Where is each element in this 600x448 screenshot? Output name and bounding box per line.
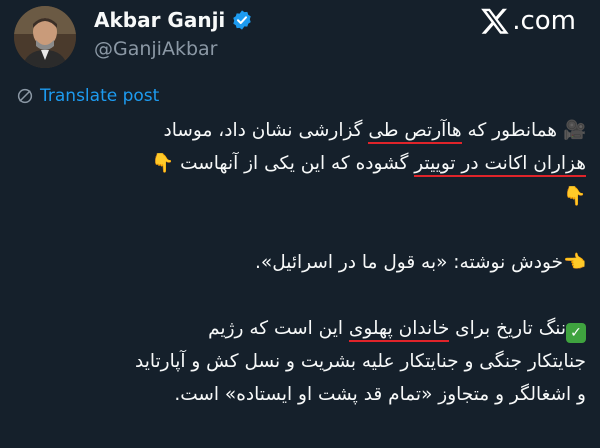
x-brand: .com (480, 6, 576, 36)
post-line-2: هزاران اکانت در توییتر گشوده که این یکی … (10, 147, 586, 180)
highlight-pahlavi: خاندان پهلوی (348, 318, 450, 342)
translate-globe-icon (17, 88, 33, 104)
post-line-2-suffix: گشوده که این یکی از آنهاست (180, 153, 415, 174)
post-body: 🎥 همانطور که هاآرتص طی گزارشی نشان داد، … (10, 114, 586, 411)
post-line-6: جنایتکار جنگی و جنایتکار علیه بشریت و نس… (134, 351, 586, 372)
avatar[interactable] (14, 6, 76, 68)
brand-domain-text: .com (512, 6, 576, 36)
post-line-4: 👈خودش نوشته: «به قول ما در اسرائیل». (10, 246, 586, 279)
point-left-icon: 👈 (562, 252, 586, 273)
post-line-5-prefix: ننگ تاریخ برای (449, 318, 566, 339)
highlight-accounts: هزاران اکانت در توییتر (414, 153, 586, 177)
post-line-7: و اشغالگر و متجاوز «تمام قد پشت او ایستا… (174, 384, 586, 405)
post-line-1-prefix: همانطور که (461, 120, 558, 141)
translate-post-label[interactable]: Translate post (40, 86, 159, 106)
movie-camera-icon: 🎥 (562, 120, 586, 141)
post-line-4-text: خودش نوشته: «به قول ما در اسرائیل». (255, 252, 563, 273)
author-name-row: Akbar Ganji (94, 8, 253, 32)
point-down-icon: 👇 (151, 153, 175, 174)
x-logo-icon (481, 8, 509, 34)
translate-post-link[interactable]: Translate post (16, 86, 159, 106)
check-mark-icon: ✓ (566, 323, 586, 343)
author-display-name[interactable]: Akbar Ganji (94, 8, 225, 32)
post-line-5-suffix: این است که رژیم (208, 318, 349, 339)
post-line-1: 🎥 همانطور که هاآرتص طی گزارشی نشان داد، … (10, 114, 586, 147)
post-line-1-suffix: گزارشی نشان داد، موساد (163, 120, 369, 141)
post-line-5: ✓ننگ تاریخ برای خاندان پهلوی این است که … (10, 312, 586, 345)
highlight-haaretz: هاآرتص طی (368, 120, 462, 144)
post-line-3: 👇 (10, 180, 586, 213)
point-down-icon: 👇 (562, 186, 586, 207)
author-handle[interactable]: @GanjiAkbar (94, 38, 217, 60)
verified-badge-icon (233, 10, 251, 30)
